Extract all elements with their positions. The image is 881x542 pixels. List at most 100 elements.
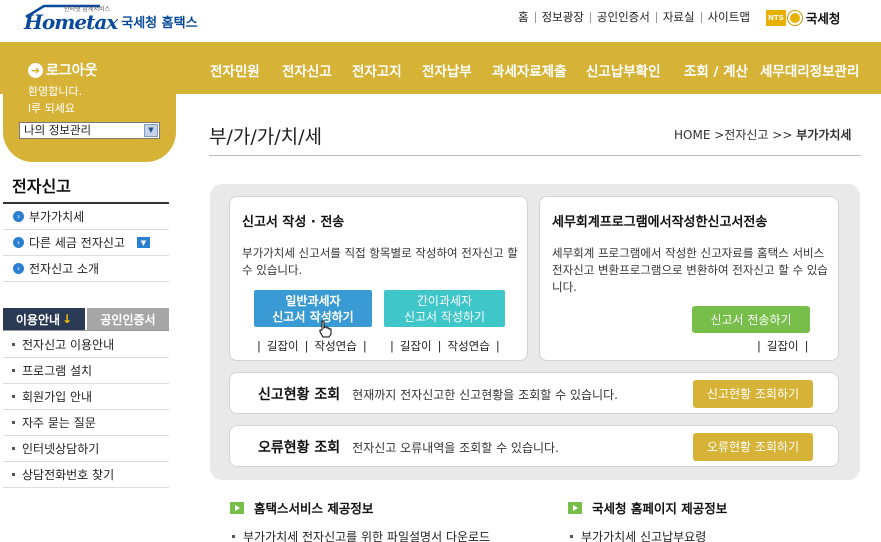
nts-logo[interactable]: NTS 국세청 (765, 8, 841, 27)
tab-label: 이용안내 (15, 312, 61, 327)
arrow-circle-icon: › (13, 237, 24, 248)
logout-button[interactable]: ➜ 로그아웃 (28, 60, 98, 80)
list-item-label: 인터넷상담하기 (22, 442, 100, 456)
separator: | (304, 339, 309, 353)
logout-label: 로그아웃 (46, 63, 98, 79)
bullet-icon (12, 343, 15, 346)
button-label: 오류현황 조회하기 (706, 440, 800, 454)
list-item[interactable]: 상담전화번호 찾기 (3, 462, 169, 488)
guide-link[interactable]: 길잡이 (764, 339, 802, 353)
status-lookup-row: 신고현황 조회 현재까지 전자신고한 신고현황을 조회할 수 있습니다. 신고현… (229, 372, 839, 414)
card-write-submit: 신고서 작성 · 전송 부가가치세 신고서를 직접 항목별로 작성하여 전자신고… (229, 196, 528, 361)
sidebar-item-intro[interactable]: › 전자신고 소개 (3, 256, 169, 282)
button-label: 신고서 작성하기 (272, 309, 354, 324)
tab-label: 공인인증서 (100, 312, 156, 327)
list-item[interactable]: 자주 묻는 질문 (3, 410, 169, 436)
list-item[interactable]: 회원가입 안내 (3, 384, 169, 410)
info-link[interactable]: 부가가치세 신고납부요령 (570, 528, 706, 542)
breadcrumb-sep: > (714, 128, 725, 142)
top-link-home[interactable]: 홈 (518, 11, 535, 23)
program-sublinks: | 길잡이 | (754, 338, 812, 354)
top-link-certificate[interactable]: 공인인증서 (589, 11, 656, 23)
dropdown-arrow-icon[interactable]: ▼ (136, 237, 150, 248)
down-arrow-icon: ↓ (62, 312, 73, 326)
my-info-select-value: 나의 정보관리 (24, 123, 92, 137)
separator: | (390, 339, 394, 353)
top-link-sitemap[interactable]: 사이트맵 (700, 11, 756, 23)
row-title: 오류현황 조회 (258, 440, 341, 456)
breadcrumb-current: 부가가치세 (796, 128, 852, 142)
logout-arrow-icon: ➜ (28, 62, 43, 78)
bullet-icon (232, 535, 235, 538)
separator: | (804, 339, 809, 353)
status-lookup-button[interactable]: 신고현황 조회하기 (693, 380, 813, 408)
info-link[interactable]: 부가가치세 전자신고를 위한 파일설명서 다운로드 (232, 528, 490, 542)
breadcrumb-home[interactable]: HOME (674, 128, 710, 142)
play-icon (568, 501, 582, 514)
bullet-icon (12, 447, 15, 450)
general-sublinks: | 길잡이 | 작성연습 | (254, 338, 370, 354)
top-link-info-square[interactable]: 정보광장 (534, 11, 590, 23)
section-title: 국세청 홈페이지 제공정보 (592, 501, 728, 516)
nts-name: 국세청 (805, 11, 841, 26)
top-bar: 인터넷 납세서비스 Hometax 국세청 홈택스 홈 정보광장 공인인증서 자… (0, 0, 881, 42)
nav-item-efiling[interactable]: 전자신고 (282, 60, 332, 80)
top-link-archive[interactable]: 자료실 (655, 11, 701, 23)
tab-usage-guide[interactable]: 이용안내 ↓ (3, 308, 85, 330)
sidebar-item-label: 다른 세금 전자신고 (29, 236, 125, 250)
error-lookup-button[interactable]: 오류현황 조회하기 (693, 433, 813, 461)
hometax-logo[interactable]: 인터넷 납세서비스 Hometax 국세청 홈택스 (24, 4, 198, 34)
nav-item-confirm[interactable]: 신고납부확인 (586, 60, 661, 80)
list-item-label: 프로그램 설치 (22, 364, 93, 378)
simple-taxpayer-write-button[interactable]: 간이과세자 신고서 작성하기 (384, 290, 505, 327)
nav-item-agent[interactable]: 세무대리정보관리 (760, 60, 859, 80)
my-info-select[interactable]: 나의 정보관리 ▼ (19, 122, 160, 139)
nav-item-civil[interactable]: 전자민원 (210, 60, 260, 80)
button-label: 간이과세자 (416, 293, 473, 308)
row-title: 신고현황 조회 (258, 387, 341, 403)
bullet-icon (570, 535, 573, 538)
list-item[interactable]: 전자신고 이용안내 (3, 332, 169, 358)
page-title: 부/가/가/치/세 (209, 126, 323, 148)
hand-cursor-icon (319, 320, 332, 338)
sidebar-item-label: 부가가치세 (29, 210, 85, 224)
sidebar-item-vat[interactable]: › 부가가치세 (3, 204, 169, 230)
login-panel: ➜ 로그아웃 환영합니다. l루 되세요 나의 정보관리 ▼ (3, 42, 176, 162)
list-item-label: 전자신고 이용안내 (22, 338, 115, 352)
row-description: 현재까지 전자신고한 신고현황을 조회할 수 있습니다. (352, 387, 618, 402)
row-description: 전자신고 오류내역을 조회할 수 있습니다. (352, 440, 559, 455)
chevron-down-icon[interactable]: ▼ (144, 124, 158, 137)
error-lookup-row: 오류현황 조회 전자신고 오류내역을 조회할 수 있습니다. 오류현황 조회하기 (229, 425, 839, 467)
practice-link[interactable]: 작성연습 (445, 339, 493, 353)
breadcrumb-level1[interactable]: 전자신고 (724, 128, 768, 142)
logo-subtitle: 국세청 홈택스 (121, 16, 198, 31)
list-item[interactable]: 인터넷상담하기 (3, 436, 169, 462)
play-icon (230, 501, 244, 514)
nav-item-lookup[interactable]: 조회 / 계산 (684, 60, 748, 80)
sidebar-item-other-tax[interactable]: › 다른 세금 전자신고 ▼ (3, 230, 169, 256)
general-taxpayer-write-button[interactable]: 일반과세자 신고서 작성하기 (254, 290, 372, 327)
card-program-submit: 세무회계프로그램에서작성한신고서전송 세무회계 프로그램에서 작성한 신고자료를… (539, 196, 839, 361)
nts-seal-icon (787, 10, 802, 25)
guide-link[interactable]: 길잡이 (397, 339, 435, 353)
guide-link[interactable]: 길잡이 (264, 339, 302, 353)
list-item-label: 회원가입 안내 (22, 390, 93, 404)
tab-certificate[interactable]: 공인인증서 (87, 308, 169, 330)
nav-item-tax-data[interactable]: 과세자료제출 (492, 60, 567, 80)
button-label: 신고서 작성하기 (403, 309, 486, 324)
sidebar-title: 전자신고 (12, 177, 71, 196)
info-link-label: 부가가치세 전자신고를 위한 파일설명서 다운로드 (243, 530, 491, 542)
list-item[interactable]: 프로그램 설치 (3, 358, 169, 384)
bullet-icon (12, 395, 15, 398)
nav-item-notice[interactable]: 전자고지 (352, 60, 402, 80)
list-item-label: 상담전화번호 찾기 (22, 468, 115, 482)
send-return-button[interactable]: 신고서 전송하기 (692, 306, 810, 333)
top-links: 홈 정보광장 공인인증서 자료실 사이트맵 NTS 국세청 (518, 8, 840, 27)
sidebar-menu: › 부가가치세 › 다른 세금 전자신고 ▼ › 전자신고 소개 (3, 204, 169, 282)
separator: | (757, 339, 761, 353)
practice-link[interactable]: 작성연습 (312, 339, 360, 353)
nav-item-payment[interactable]: 전자납부 (422, 60, 472, 80)
welcome-text-2: l루 되세요 (28, 102, 76, 115)
button-label: 일반과세자 (285, 293, 341, 308)
arrow-circle-icon: › (13, 211, 24, 222)
